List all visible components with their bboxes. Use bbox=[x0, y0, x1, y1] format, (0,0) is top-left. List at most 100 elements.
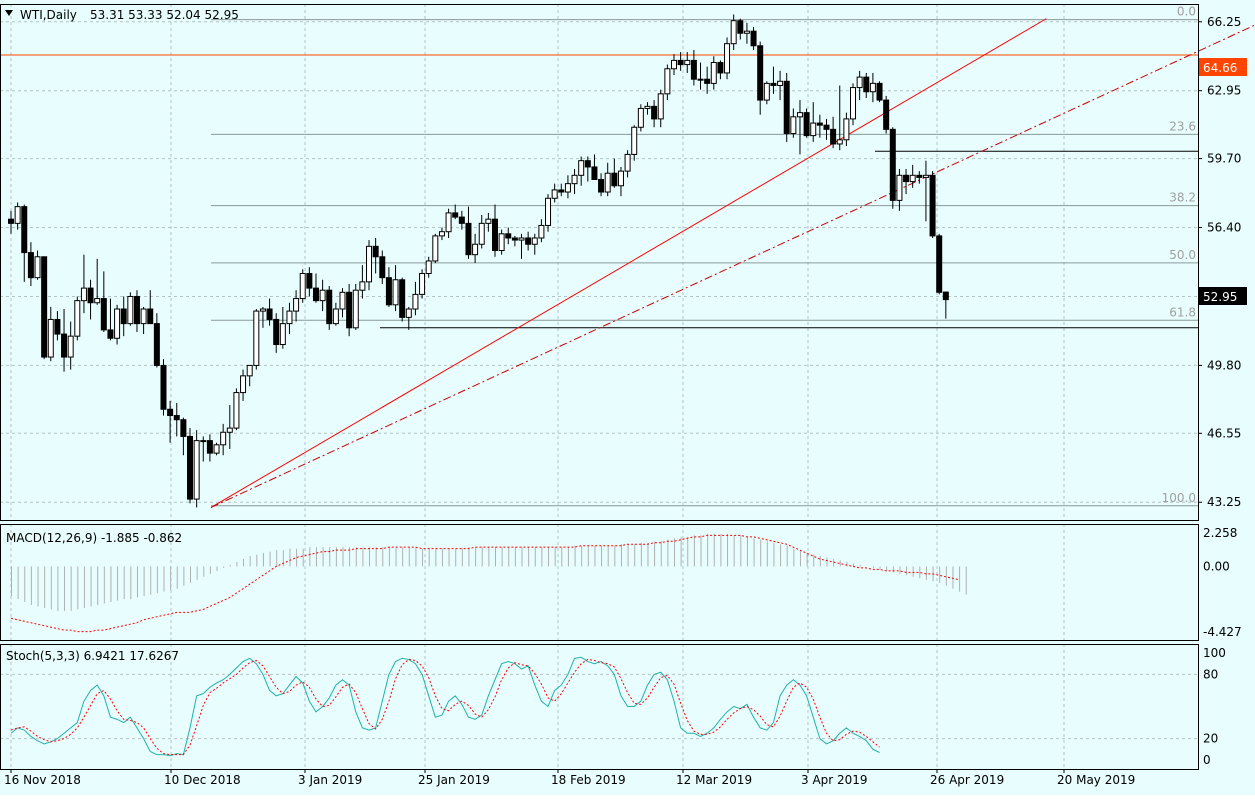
price-tick-label: 59.70 bbox=[1207, 152, 1241, 166]
candle-body bbox=[465, 222, 472, 256]
candle-body bbox=[637, 107, 644, 128]
chart-svg: 0.0 23.6 38.2 50.0 61.8 100.0 66.25 62.95 59.70… bbox=[0, 4, 1255, 787]
stoch-tick-label: 100 bbox=[1203, 646, 1226, 660]
candle-body bbox=[94, 298, 101, 304]
candle-body bbox=[545, 197, 552, 226]
candle-body bbox=[863, 76, 870, 93]
candle-body bbox=[54, 318, 61, 335]
candle-body bbox=[730, 20, 737, 45]
candle-body bbox=[836, 139, 843, 145]
candle-body bbox=[869, 82, 876, 93]
time-tick-label: 25 Jan 2019 bbox=[418, 773, 490, 787]
candle-body bbox=[830, 128, 837, 145]
stoch-label: Stoch(5,3,3) 6.9421 17.6267 bbox=[6, 649, 179, 663]
candlesticks bbox=[8, 14, 949, 508]
candle-body bbox=[916, 174, 923, 178]
candle-body bbox=[372, 245, 379, 258]
candle-body bbox=[571, 174, 578, 185]
candle-body bbox=[531, 237, 538, 245]
time-tick-label: 18 Feb 2019 bbox=[551, 773, 626, 787]
candle-body bbox=[419, 272, 426, 295]
time-tick-label: 3 Jan 2019 bbox=[298, 773, 362, 787]
candle-body bbox=[790, 116, 797, 135]
price-tick-label: 43.25 bbox=[1207, 495, 1241, 509]
candle-body bbox=[903, 174, 910, 183]
candle-body bbox=[684, 59, 691, 66]
candle-body bbox=[657, 93, 664, 120]
candle-body bbox=[525, 237, 532, 245]
candle-body bbox=[936, 235, 943, 293]
candle-body bbox=[259, 308, 266, 312]
stoch-tick-label: 0 bbox=[1203, 753, 1211, 767]
candle-body bbox=[14, 206, 21, 224]
candle-body bbox=[889, 128, 896, 201]
candle-body bbox=[399, 279, 406, 318]
candle-body bbox=[823, 124, 830, 130]
candle-body bbox=[206, 440, 213, 454]
time-tick-label: 10 Dec 2018 bbox=[164, 773, 241, 787]
candle-body bbox=[478, 222, 485, 245]
candle-body bbox=[644, 105, 651, 109]
candle-body bbox=[856, 76, 863, 89]
dropdown-triangle-icon[interactable] bbox=[5, 10, 13, 16]
fib-level-label: 61.8 bbox=[1169, 305, 1196, 319]
candle-body bbox=[240, 375, 247, 394]
candle-body bbox=[392, 279, 399, 306]
candle-body bbox=[850, 87, 857, 120]
candle-body bbox=[724, 43, 731, 74]
candle-body bbox=[379, 256, 386, 279]
macd-tick-label: 0.00 bbox=[1203, 559, 1230, 573]
candle-body bbox=[584, 160, 591, 168]
time-tick-label: 26 Apr 2019 bbox=[930, 773, 1004, 787]
candle-body bbox=[273, 318, 280, 346]
candle-body bbox=[770, 82, 777, 86]
time-tick-label: 20 May 2019 bbox=[1057, 773, 1135, 787]
candle-body bbox=[591, 166, 598, 180]
candle-body bbox=[803, 112, 810, 137]
candle-body bbox=[737, 20, 744, 34]
candle-body bbox=[763, 82, 770, 101]
candle-body bbox=[27, 252, 34, 279]
fib-level-label: 23.6 bbox=[1169, 119, 1196, 133]
candle-body bbox=[757, 45, 764, 101]
stoch-tick-label: 20 bbox=[1203, 732, 1218, 746]
candle-body bbox=[690, 59, 697, 80]
candle-body bbox=[107, 329, 114, 339]
candle-body bbox=[193, 440, 200, 500]
macd-signal-line bbox=[10, 534, 960, 633]
candle-body bbox=[617, 170, 624, 187]
candle-body bbox=[796, 112, 803, 118]
pane-frames bbox=[0, 4, 1199, 770]
candle-body bbox=[425, 260, 432, 274]
candle-body bbox=[783, 80, 790, 135]
stoch-tick-label: 80 bbox=[1203, 667, 1218, 681]
candle-body bbox=[346, 291, 353, 329]
macd-pane-plot bbox=[10, 533, 967, 633]
candle-body bbox=[604, 172, 611, 193]
candle-body bbox=[485, 218, 492, 224]
candle-body bbox=[213, 444, 220, 454]
candle-body bbox=[246, 364, 253, 377]
candle-body bbox=[438, 231, 445, 237]
candle-body bbox=[167, 408, 174, 417]
candle-body bbox=[896, 174, 903, 201]
candle-body bbox=[472, 243, 479, 256]
candle-body bbox=[286, 310, 293, 325]
price-tick-label: 46.55 bbox=[1207, 426, 1241, 440]
price-tick-label: 62.95 bbox=[1207, 84, 1241, 98]
candle-body bbox=[876, 82, 883, 101]
candle-body bbox=[147, 308, 154, 325]
candle-body bbox=[445, 212, 452, 233]
candle-body bbox=[883, 99, 890, 130]
time-tick-label: 16 Nov 2018 bbox=[4, 773, 81, 787]
candle-body bbox=[173, 415, 180, 421]
candle-body bbox=[458, 216, 465, 224]
candle-body bbox=[677, 59, 684, 66]
candle-body bbox=[226, 427, 233, 433]
candle-body bbox=[127, 295, 134, 325]
candle-body bbox=[743, 30, 750, 34]
candle-body bbox=[153, 323, 160, 366]
candle-body bbox=[538, 224, 545, 239]
fib-level-label: 100.0 bbox=[1162, 491, 1196, 505]
candle-body bbox=[704, 78, 711, 84]
